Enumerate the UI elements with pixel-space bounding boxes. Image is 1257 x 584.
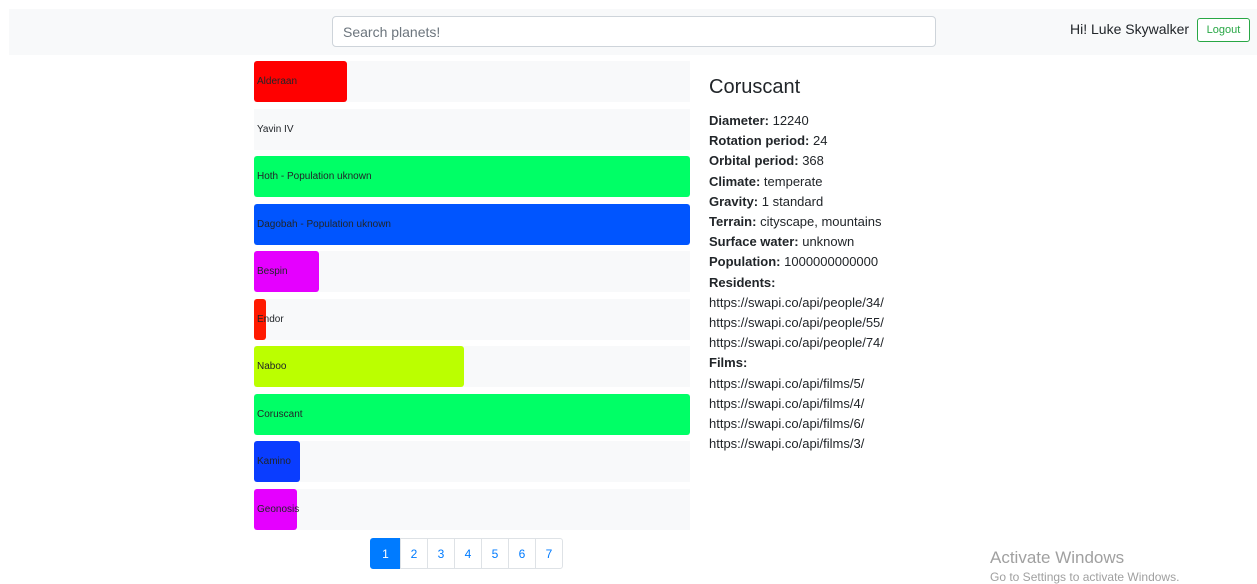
resident-url: https://swapi.co/api/people/74/ — [709, 335, 884, 351]
detail-label: Climate: — [709, 173, 761, 189]
detail-label: Population: — [709, 254, 781, 270]
detail-field: Orbital period: 368 — [709, 151, 949, 171]
planet-row[interactable]: Hoth - Population uknown — [254, 156, 690, 197]
planet-row[interactable]: Endor — [254, 298, 690, 340]
detail-field: Diameter: 12240 — [709, 111, 949, 131]
detail-field: Rotation period: 24 — [709, 131, 949, 151]
residents-list: https://swapi.co/api/people/34/https://s… — [709, 293, 949, 354]
planet-name: Dagobah - Population uknown — [257, 218, 391, 230]
detail-label: Diameter: — [709, 113, 769, 128]
detail-field: Gravity: 1 standard — [709, 192, 949, 212]
page-button-6[interactable]: 6 — [508, 538, 536, 569]
page-button-1[interactable]: 1 — [370, 538, 401, 569]
page-button-2[interactable]: 2 — [400, 538, 428, 569]
planet-name: Coruscant — [257, 408, 303, 420]
planet-name: Geonosis — [257, 503, 300, 515]
page-button-3[interactable]: 3 — [427, 538, 455, 569]
planet-row[interactable]: Alderaan — [254, 61, 690, 102]
films-heading: Films: — [709, 355, 748, 371]
planet-name: Yavin IV — [257, 123, 294, 135]
resident-url: https://swapi.co/api/people/34/ — [709, 294, 884, 310]
activation-watermark-subtitle: Go to Settings to activate Windows. — [990, 570, 1180, 584]
page-button-4[interactable]: 4 — [454, 538, 482, 569]
planet-name: Alderaan — [257, 76, 298, 87]
population-bar — [254, 393, 690, 435]
detail-value: unknown — [802, 234, 855, 250]
planet-row[interactable]: Yavin IV — [254, 108, 690, 150]
planet-title: Coruscant — [709, 76, 801, 98]
planet-name: Hoth - Population uknown — [257, 171, 372, 182]
detail-value: 12240 — [772, 113, 809, 128]
planet-list: Alderaan Yavin IV Hoth - Population uknown… — [254, 61, 690, 536]
planet-name: Kamino — [257, 456, 291, 467]
film-url: https://swapi.co/api/films/6/ — [709, 416, 865, 432]
detail-value: temperate — [763, 173, 823, 189]
page-button-5[interactable]: 5 — [481, 538, 509, 569]
planet-name: Endor — [257, 313, 284, 325]
film-url: https://swapi.co/api/films/5/ — [709, 375, 865, 391]
detail-label: Orbital period: — [709, 153, 799, 169]
planet-row[interactable]: Kamino — [254, 441, 690, 482]
detail-label: Terrain: — [709, 214, 757, 230]
planet-row[interactable]: Naboo — [254, 346, 690, 387]
detail-label: Surface water: — [709, 234, 799, 250]
planet-name: Bespin — [257, 266, 288, 277]
pagination: 1234567 — [370, 538, 563, 569]
detail-value: 24 — [813, 133, 828, 149]
residents-heading: Residents: — [709, 274, 776, 290]
film-url: https://swapi.co/api/films/4/ — [709, 395, 865, 411]
planet-fields: Diameter: 12240 Rotation period: 24 Orbita… — [709, 111, 949, 273]
detail-field: Surface water: unknown — [709, 232, 949, 252]
detail-label: Rotation period: — [709, 133, 810, 149]
user-greeting: Hi! Luke Skywalker — [1070, 21, 1190, 37]
search-input[interactable] — [332, 16, 936, 47]
films-list: https://swapi.co/api/films/5/https://swa… — [709, 374, 949, 455]
film-url: https://swapi.co/api/films/3/ — [709, 436, 865, 452]
planet-name: Naboo — [257, 361, 287, 372]
detail-value: cityscape, mountains — [760, 214, 882, 230]
planet-row[interactable]: Geonosis — [254, 488, 690, 530]
page-button-7[interactable]: 7 — [535, 538, 563, 569]
detail-value: 368 — [802, 153, 824, 169]
planet-row[interactable]: Bespin — [254, 251, 690, 292]
detail-field: Terrain: cityscape, mountains — [709, 212, 949, 232]
detail-field: Population: 1000000000000 — [709, 252, 949, 272]
resident-url: https://swapi.co/api/people/55/ — [709, 315, 884, 331]
detail-field: Climate: temperate — [709, 172, 949, 192]
planet-row[interactable]: Dagobah - Population uknown — [254, 203, 690, 245]
planet-row[interactable]: Coruscant — [254, 393, 690, 435]
planet-details: Coruscant Diameter: 12240 Rotation period… — [709, 76, 949, 454]
logout-button[interactable]: Logout — [1197, 18, 1250, 42]
detail-label: Gravity: — [709, 193, 759, 209]
activation-watermark-title: Activate Windows — [990, 548, 1125, 567]
detail-value: 1000000000000 — [784, 254, 879, 270]
detail-value: 1 standard — [761, 193, 824, 209]
